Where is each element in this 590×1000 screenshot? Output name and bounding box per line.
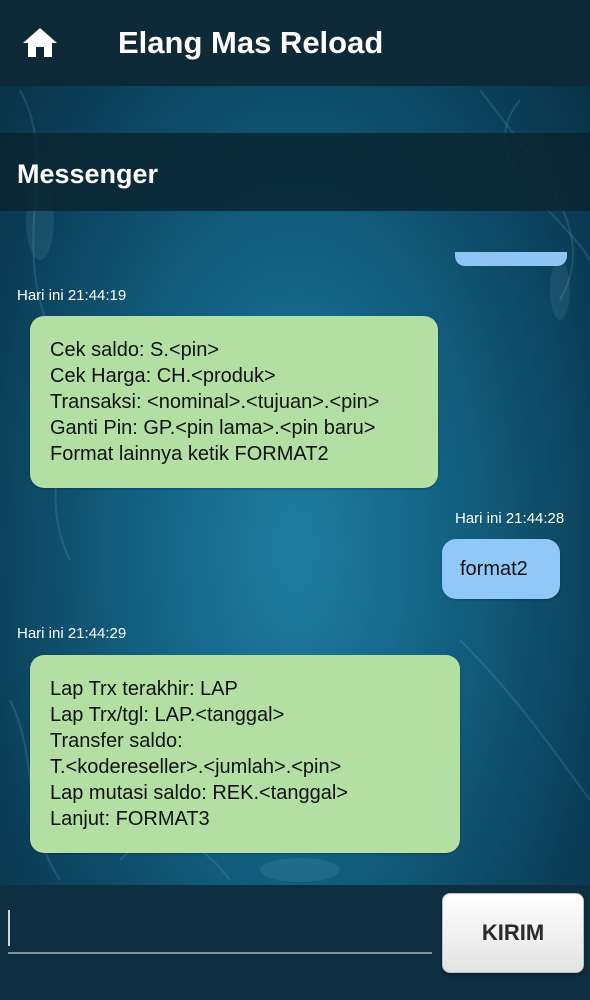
message-timestamp: Hari ini 21:44:28: [455, 510, 565, 527]
section-title: Messenger: [17, 159, 159, 189]
incoming-message-bubble[interactable]: Cek saldo: S.<pin> Cek Harga: CH.<produk…: [30, 316, 438, 488]
app-title: Elang Mas Reload: [118, 25, 384, 60]
message-line: Ganti Pin: GP.<pin lama>.<pin baru>: [50, 417, 376, 439]
message-line: Lap mutasi saldo: REK.<tanggal>: [50, 782, 348, 804]
message-line: Cek saldo: S.<pin>: [50, 339, 219, 361]
home-icon: [23, 28, 57, 57]
outgoing-message-bubble[interactable]: format2: [442, 539, 560, 599]
message-line: Transaksi: <nominal>.<tujuan>.<pin>: [50, 391, 380, 413]
message-line: Lap Trx terakhir: LAP: [50, 678, 238, 700]
send-button[interactable]: KIRIM: [442, 893, 584, 973]
text-cursor: [8, 910, 10, 946]
message-line: Cek Harga: CH.<produk>: [50, 365, 276, 387]
message-timestamp: Hari ini 21:44:19: [17, 287, 127, 304]
message-line: format2: [460, 558, 528, 580]
message-line: T.<kodereseller>.<jumlah>.<pin>: [50, 756, 342, 778]
message-line: Lap Trx/tgl: LAP.<tanggal>: [50, 704, 285, 726]
home-button[interactable]: [20, 24, 60, 60]
app-header: Elang Mas Reload: [0, 0, 590, 86]
message-line: Lanjut: FORMAT3: [50, 808, 210, 830]
message-input[interactable]: [8, 906, 432, 954]
message-line: Format lainnya ketik FORMAT2: [50, 443, 329, 465]
message-line: Transfer saldo:: [50, 730, 183, 752]
partial-outgoing-bubble: [455, 252, 567, 266]
message-timestamp: Hari ini 21:44:29: [17, 625, 127, 642]
incoming-message-bubble[interactable]: Lap Trx terakhir: LAP Lap Trx/tgl: LAP.<…: [30, 655, 460, 853]
